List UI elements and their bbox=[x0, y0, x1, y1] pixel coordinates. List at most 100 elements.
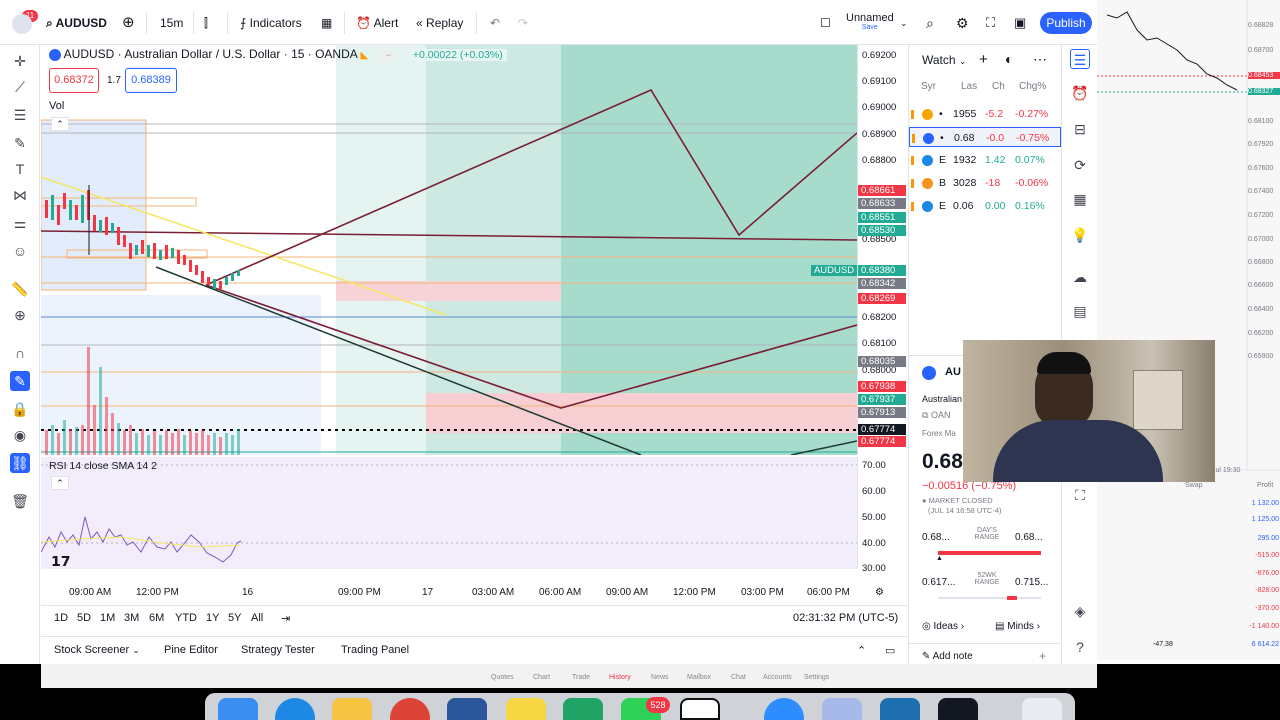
indicators-button[interactable]: ⨍ Indicators bbox=[240, 12, 302, 34]
more-icon[interactable]: ⋯ bbox=[1033, 51, 1047, 68]
camera-icon[interactable]: ▣ bbox=[1014, 12, 1026, 34]
time-axis[interactable]: 09:00 AM 12:00 PM 16 09:00 PM 17 03:00 A… bbox=[41, 582, 907, 602]
overlay-tab[interactable]: Accounts bbox=[763, 674, 792, 681]
header-symbol[interactable]: Syr bbox=[921, 81, 936, 92]
header-change-pct[interactable]: Chg% bbox=[1019, 81, 1046, 92]
interval-button[interactable]: 15m bbox=[160, 12, 183, 34]
brush-icon[interactable]: ✎ bbox=[10, 133, 30, 153]
word-icon[interactable] bbox=[447, 698, 487, 720]
chats-icon[interactable]: ▤ bbox=[1070, 301, 1090, 321]
overlay-tab[interactable]: Quotes bbox=[491, 674, 514, 681]
undo-icon[interactable]: ↶ bbox=[490, 12, 500, 34]
layout-name-button[interactable]: Unnamed Save bbox=[846, 12, 894, 31]
legend-title[interactable]: AUDUSD · Australian Dollar / U.S. Dollar… bbox=[64, 47, 357, 61]
fullscreen-icon[interactable]: ⛶ bbox=[986, 12, 995, 34]
zoom-in-icon[interactable]: ⊕ bbox=[10, 305, 30, 325]
range-3m[interactable]: 3M bbox=[124, 612, 139, 624]
watchlist-row[interactable]: E 0.06 0.00 0.16% bbox=[909, 196, 1061, 216]
price-axis[interactable]: 0.69200 0.69100 0.69000 0.68900 0.68800 … bbox=[857, 45, 907, 455]
calendar-icon[interactable]: ▦ bbox=[1070, 189, 1090, 209]
finder-icon[interactable] bbox=[218, 698, 258, 720]
add-symbol-icon[interactable]: + bbox=[979, 51, 988, 68]
range-5y[interactable]: 5Y bbox=[228, 612, 241, 624]
range-5d[interactable]: 5D bbox=[77, 612, 91, 624]
emoji-icon[interactable]: ☺ bbox=[10, 241, 30, 261]
overlay-tab[interactable]: Mailbox bbox=[687, 674, 711, 681]
quick-search-icon[interactable]: ⌕ bbox=[926, 12, 934, 34]
magnet-icon[interactable]: ∩ bbox=[10, 343, 30, 363]
templates-icon[interactable]: ▦ bbox=[321, 12, 332, 34]
ideas-button[interactable]: ◎ Ideas › bbox=[922, 621, 964, 632]
range-1y[interactable]: 1Y bbox=[206, 612, 219, 624]
minds-button[interactable]: ▤ Minds › bbox=[995, 621, 1040, 632]
publish-button[interactable]: Publish bbox=[1040, 12, 1092, 34]
add-note-button[interactable]: ✎ Add note bbox=[922, 651, 973, 662]
tab-trading-panel[interactable]: Trading Panel bbox=[341, 644, 409, 656]
header-change[interactable]: Ch bbox=[992, 81, 1005, 92]
overlay-tab[interactable]: News bbox=[651, 674, 669, 681]
stay-drawing-icon[interactable]: ✎ bbox=[10, 371, 30, 391]
watchlist-row[interactable]: B 3028 -18 -0.06% bbox=[909, 173, 1061, 193]
alert-button[interactable]: ⏰ Alert bbox=[356, 12, 398, 34]
chart-type-icon[interactable]: ⫿ bbox=[204, 12, 208, 34]
hotlist-icon[interactable]: ⟳ bbox=[1070, 155, 1090, 175]
range-all[interactable]: All bbox=[251, 612, 263, 624]
clock-display[interactable]: 02:31:32 PM (UTC-5) bbox=[793, 612, 898, 624]
link-icon[interactable]: ⛓ bbox=[10, 453, 30, 473]
excel-icon[interactable] bbox=[563, 698, 603, 720]
watchlist-row[interactable]: • 1955 -5.2 -0.27% bbox=[909, 104, 1061, 124]
range-6m[interactable]: 6M bbox=[149, 612, 164, 624]
tab-stock-screener[interactable]: Stock Screener ⌄ bbox=[54, 644, 140, 656]
range-1d[interactable]: 1D bbox=[54, 612, 68, 624]
price-chart[interactable]: AUDUSD · Australian Dollar / U.S. Dollar… bbox=[41, 45, 857, 455]
layout-checkbox-icon[interactable]: ☐ bbox=[820, 12, 831, 34]
user-avatar[interactable] bbox=[12, 14, 32, 34]
pattern-icon[interactable]: ⋈ bbox=[10, 185, 30, 205]
trend-line-icon[interactable]: ⟋ bbox=[10, 77, 30, 97]
tradingview-app-icon[interactable] bbox=[938, 698, 978, 720]
expand-panel-icon[interactable]: ⌃ bbox=[857, 644, 866, 657]
trash-icon[interactable]: 🗑 bbox=[10, 491, 30, 511]
prediction-icon[interactable]: ⚌ bbox=[10, 213, 30, 233]
overlay-tab[interactable]: Trade bbox=[572, 674, 590, 681]
overlay-tab[interactable]: History bbox=[609, 674, 631, 681]
lock-icon[interactable]: 🔒 bbox=[10, 399, 30, 419]
metatrader-icon[interactable] bbox=[880, 698, 920, 720]
eye-icon[interactable]: ◉ bbox=[10, 425, 30, 445]
notion-icon[interactable] bbox=[680, 698, 720, 720]
chevron-down-icon[interactable]: ⌄ bbox=[900, 12, 908, 34]
hierarchy-icon[interactable]: ⛶ bbox=[1070, 485, 1090, 505]
notes-icon[interactable] bbox=[332, 698, 372, 720]
layers-icon[interactable]: ◈ bbox=[1070, 601, 1090, 621]
fib-tool-icon[interactable]: ☰ bbox=[10, 105, 30, 125]
collapse-legend-icon[interactable]: ⌃ bbox=[51, 117, 69, 131]
symbol-search-button[interactable]: ⌕ AUDUSD bbox=[46, 12, 107, 34]
ideas-bulb-icon[interactable]: 💡 bbox=[1070, 225, 1090, 245]
watchlist-icon[interactable]: ☰ bbox=[1070, 49, 1090, 69]
details-symbol[interactable]: AU bbox=[945, 366, 961, 378]
range-ytd[interactable]: YTD bbox=[175, 612, 197, 624]
replay-button[interactable]: « Replay bbox=[416, 12, 463, 34]
overlay-tab[interactable]: Settings bbox=[804, 674, 829, 681]
sell-button[interactable]: 0.68372 bbox=[49, 68, 99, 93]
crosshair-icon[interactable]: ✛ bbox=[10, 51, 30, 71]
streams-icon[interactable]: ☁ bbox=[1070, 267, 1090, 287]
compare-add-icon[interactable]: ⊕ bbox=[122, 12, 135, 34]
collapse-icon[interactable]: − bbox=[381, 50, 396, 62]
collapse-rsi-icon[interactable]: ⌃ bbox=[51, 476, 69, 490]
maximize-panel-icon[interactable]: ▭ bbox=[885, 644, 895, 657]
range-1m[interactable]: 1M bbox=[100, 612, 115, 624]
tab-pine-editor[interactable]: Pine Editor bbox=[164, 644, 218, 656]
add-note-plus-icon[interactable]: + bbox=[1039, 649, 1046, 663]
overlay-tab[interactable]: Chart bbox=[533, 674, 550, 681]
trash-dock-icon[interactable] bbox=[1022, 698, 1062, 720]
axis-settings-icon[interactable]: ⚙ bbox=[875, 587, 884, 598]
rsi-label[interactable]: RSI 14 close SMA 14 2 bbox=[49, 460, 157, 472]
watchlist-title[interactable]: Watch ⌄ bbox=[922, 53, 966, 67]
redo-icon[interactable]: ↷ bbox=[518, 12, 528, 34]
goto-date-icon[interactable]: ⇥ bbox=[281, 612, 290, 625]
text-tool-icon[interactable]: T bbox=[10, 159, 30, 179]
ruler-icon[interactable]: 📏 bbox=[10, 279, 30, 299]
overlay-tab[interactable]: Chat bbox=[731, 674, 746, 681]
tab-strategy-tester[interactable]: Strategy Tester bbox=[241, 644, 315, 656]
